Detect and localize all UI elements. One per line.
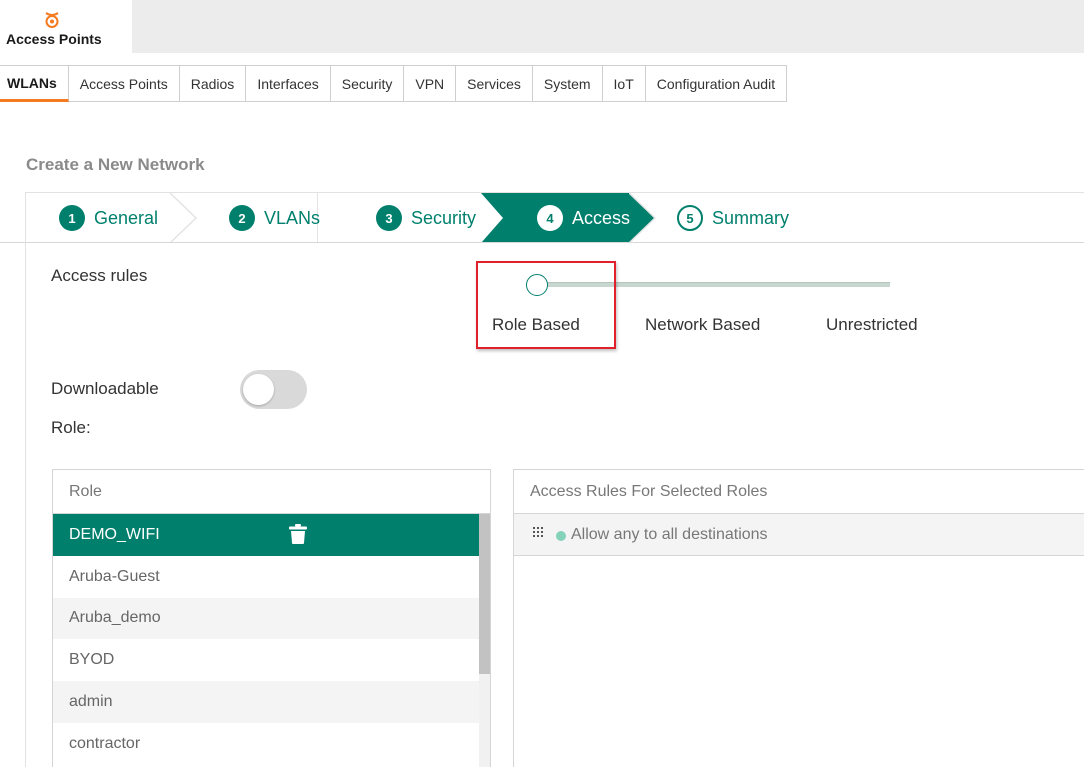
step-label: Security [411,207,477,228]
step-label: VLANs [264,207,321,228]
role-row-demo-wifi[interactable]: DEMO_WIFI [53,514,479,556]
step-number: 4 [537,205,563,231]
tab-radios[interactable]: Radios [179,65,247,102]
page-title: Create a New Network [26,155,205,174]
wizard-steps: 1 General 2 VLANs 3 Security 4 Access 5 … [25,192,1084,243]
step-number: 1 [59,205,85,231]
role-row-admin[interactable]: admin [53,681,479,723]
step-number: 3 [376,205,402,231]
wizard-divider [0,242,1084,243]
step-separator [629,193,657,243]
step-separator [170,193,198,243]
tab-interfaces[interactable]: Interfaces [246,65,331,102]
tab-system[interactable]: System [532,65,603,102]
app-tile[interactable]: Access Points [0,0,132,53]
access-point-icon [45,12,59,28]
tab-wlans[interactable]: WLANs [0,65,69,102]
tab-security[interactable]: Security [330,65,405,102]
main-tabs: WLANs Access Points Radios Interfaces Se… [0,65,788,102]
downloadable-role-label-line2: Role: [51,418,91,437]
roles-list-scrollbar[interactable] [479,514,490,767]
role-name: DEMO_WIFI [69,525,160,543]
top-header-bar [0,0,1084,53]
wizard-step-security[interactable]: 3 Security [376,193,476,243]
access-rule-row[interactable]: Allow any to all destinations [514,514,1084,556]
drag-handle-icon[interactable] [532,526,544,538]
tab-configuration-audit[interactable]: Configuration Audit [645,65,788,102]
app-title: Access Points [6,31,102,47]
tab-vpn[interactable]: VPN [404,65,457,102]
tab-access-points[interactable]: Access Points [68,65,180,102]
toggle-knob [243,374,274,405]
step-label: Summary [712,207,790,228]
downloadable-role-label: Downloadable [51,379,159,398]
tab-services[interactable]: Services [456,65,533,102]
role-row-aruba-guest[interactable]: Aruba-Guest [53,556,479,598]
wizard-step-general[interactable]: 1 General [59,193,158,243]
option-unrestricted[interactable]: Unrestricted [826,315,918,335]
content-left-border [25,242,26,767]
wizard-step-access[interactable]: 4 Access [537,193,630,243]
step-number: 5 [677,205,703,231]
tab-iot[interactable]: IoT [602,65,646,102]
highlight-annotation-box [476,261,616,349]
roles-table: Role DEMO_WIFI Aruba-Guest Aruba_demo BY… [52,469,491,767]
step-label: General [94,207,159,228]
role-row-aruba-demo[interactable]: Aruba_demo [53,597,479,640]
step-label: Access [572,207,631,228]
wizard-step-summary[interactable]: 5 Summary [677,193,789,243]
roles-list: DEMO_WIFI Aruba-Guest Aruba_demo BYOD ad… [53,514,479,765]
role-row-byod[interactable]: BYOD [53,639,479,681]
trash-icon[interactable] [289,524,307,544]
scrollbar-thumb[interactable] [479,514,490,674]
role-row-contractor[interactable]: contractor [53,723,479,765]
status-dot-icon [556,531,566,541]
downloadable-role-toggle[interactable] [240,370,307,409]
access-rule-text: Allow any to all destinations [571,525,768,543]
roles-table-header: Role [53,470,490,514]
access-rules-label: Access rules [51,266,148,285]
access-rules-table-header: Access Rules For Selected Roles [514,470,1084,514]
option-network-based[interactable]: Network Based [645,315,760,335]
step-number: 2 [229,205,255,231]
wizard-step-vlans[interactable]: 2 VLANs [229,193,320,243]
access-rules-table: Access Rules For Selected Roles Allow an… [513,469,1084,767]
